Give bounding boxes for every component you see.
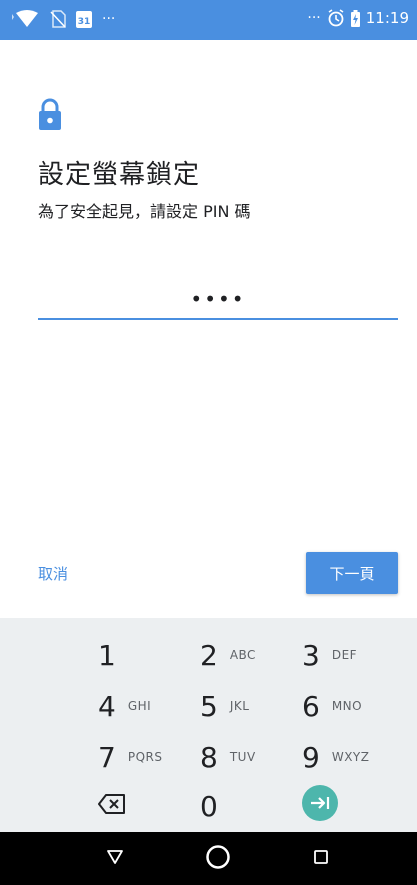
key-digit: 2 <box>200 638 218 672</box>
key-letters: MNO <box>331 699 363 713</box>
key-letters: DEF <box>331 648 358 662</box>
key-letters: ABC <box>229 648 256 662</box>
backspace-icon <box>98 794 126 818</box>
key-digit: 0 <box>200 789 218 823</box>
wifi-icon <box>10 10 40 28</box>
status-time: 11:19 <box>365 9 409 27</box>
status-icons-right: ··· 11:19 <box>307 9 409 27</box>
key-2[interactable]: 2 ABC <box>200 632 304 678</box>
key-digit: 8 <box>200 740 218 774</box>
key-5[interactable]: 5 JKL <box>200 683 304 729</box>
key-letters: TUV <box>229 750 256 764</box>
lock-icon <box>38 98 62 134</box>
recents-icon <box>313 849 329 869</box>
key-digit: 5 <box>200 689 218 723</box>
key-1[interactable]: 1 <box>98 632 202 678</box>
key-digit: 3 <box>302 638 320 672</box>
page-subtitle: 為了安全起見，請設定 PIN 碼 <box>38 202 251 221</box>
battery-charging-icon <box>350 9 360 27</box>
key-9[interactable]: 9 WXYZ <box>302 734 406 780</box>
back-icon <box>106 849 124 869</box>
key-digit: 9 <box>302 740 320 774</box>
next-button[interactable]: 下一頁 <box>306 552 398 594</box>
calendar-icon: 31 <box>76 10 92 28</box>
key-letters: JKL <box>229 699 250 713</box>
cancel-button[interactable]: 取消 <box>38 563 68 584</box>
backspace-key[interactable] <box>98 783 202 829</box>
numeric-keypad: 1 2 ABC 3 DEF 4 GHI 5 JKL 6 MNO 7 PQRS 8… <box>0 618 417 832</box>
key-letters: WXYZ <box>331 750 370 764</box>
key-7[interactable]: 7 PQRS <box>98 734 202 780</box>
key-digit: 7 <box>98 740 116 774</box>
more-notifications-icon: ··· <box>102 11 116 27</box>
status-icons-left: 31 ··· <box>10 10 115 28</box>
pin-input[interactable] <box>38 280 398 320</box>
key-8[interactable]: 8 TUV <box>200 734 304 780</box>
status-bar: 31 ··· ··· 11:19 <box>0 0 417 40</box>
enter-icon <box>302 785 338 821</box>
key-digit: 4 <box>98 689 116 723</box>
key-letters: GHI <box>127 699 152 713</box>
more-status-icon: ··· <box>307 10 321 26</box>
back-button[interactable] <box>100 845 130 873</box>
key-letters: PQRS <box>127 750 163 764</box>
navigation-bar <box>0 832 417 885</box>
key-6[interactable]: 6 MNO <box>302 683 406 729</box>
enter-key[interactable] <box>302 780 406 826</box>
home-icon <box>205 844 231 874</box>
home-button[interactable] <box>203 845 233 873</box>
key-0[interactable]: 0 <box>200 783 304 829</box>
recents-button[interactable] <box>306 845 336 873</box>
key-4[interactable]: 4 GHI <box>98 683 202 729</box>
key-3[interactable]: 3 DEF <box>302 632 406 678</box>
key-digit: 6 <box>302 689 320 723</box>
key-digit: 1 <box>98 638 116 672</box>
no-sim-icon <box>50 10 66 28</box>
alarm-icon <box>327 9 345 27</box>
page-title: 設定螢幕鎖定 <box>38 160 201 190</box>
main-content: 設定螢幕鎖定 為了安全起見，請設定 PIN 碼 取消 下一頁 <box>0 40 417 618</box>
